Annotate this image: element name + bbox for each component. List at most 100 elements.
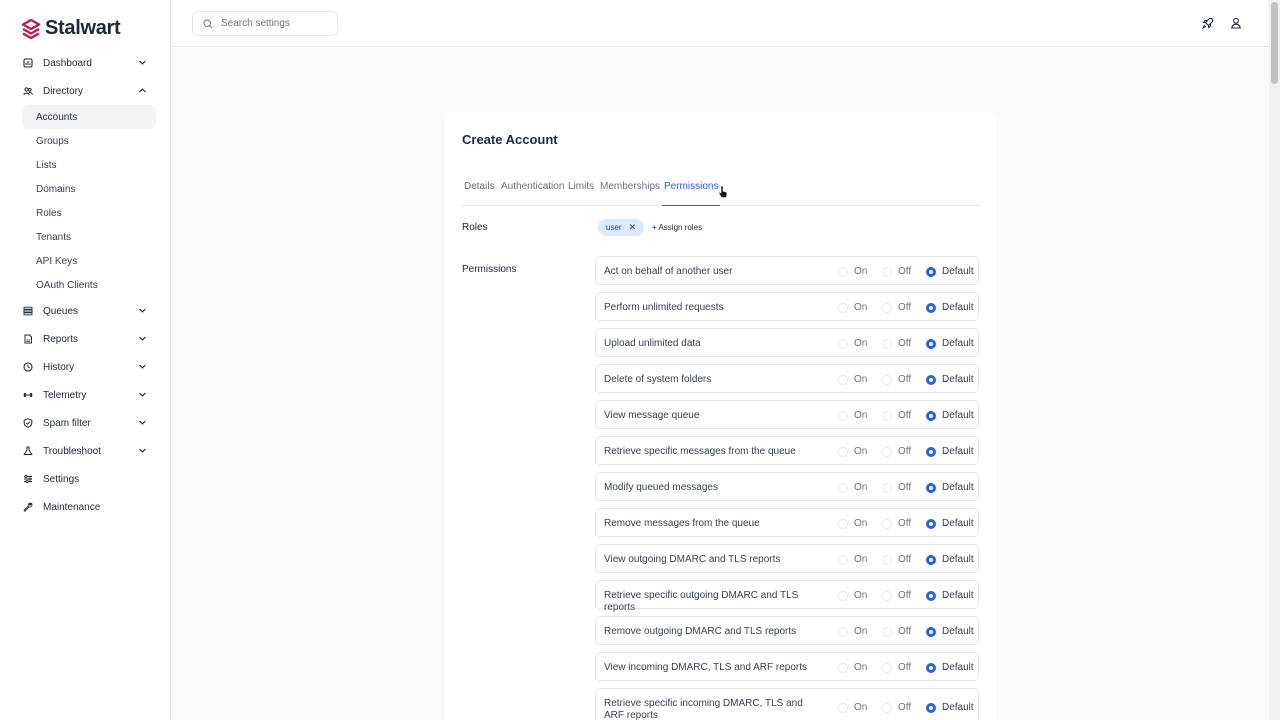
sidebar-subitem-roles[interactable]: Roles bbox=[22, 201, 156, 225]
tab-details[interactable]: Details bbox=[462, 181, 497, 206]
radio-off[interactable] bbox=[882, 590, 892, 601]
permission-option-off[interactable]: Off bbox=[882, 702, 911, 713]
permission-option-default[interactable]: Default bbox=[926, 482, 974, 493]
permission-option-default[interactable]: Default bbox=[926, 410, 974, 421]
permission-option-default[interactable]: Default bbox=[926, 518, 974, 529]
permission-option-off[interactable]: Off bbox=[882, 482, 911, 493]
radio-default[interactable] bbox=[926, 702, 936, 713]
permission-option-off[interactable]: Off bbox=[882, 446, 911, 457]
radio-default[interactable] bbox=[926, 410, 936, 421]
permission-option-off[interactable]: Off bbox=[882, 518, 911, 529]
tab-authentication[interactable]: Authentication bbox=[499, 181, 566, 206]
permission-option-off[interactable]: Off bbox=[882, 266, 911, 277]
radio-on[interactable] bbox=[838, 590, 848, 601]
tab-memberships[interactable]: Memberships bbox=[598, 181, 662, 206]
radio-on[interactable] bbox=[838, 302, 848, 313]
permission-option-off[interactable]: Off bbox=[882, 374, 911, 385]
permission-option-default[interactable]: Default bbox=[926, 662, 974, 673]
sidebar-item-history[interactable]: History bbox=[14, 353, 156, 381]
logo[interactable]: Stalwart bbox=[21, 17, 121, 40]
permission-option-on[interactable]: On bbox=[838, 446, 867, 457]
permission-option-off[interactable]: Off bbox=[882, 410, 911, 421]
radio-off[interactable] bbox=[882, 702, 892, 713]
permission-option-default[interactable]: Default bbox=[926, 590, 974, 601]
permission-option-off[interactable]: Off bbox=[882, 554, 911, 565]
sidebar-subitem-groups[interactable]: Groups bbox=[22, 129, 156, 153]
tab-permissions[interactable]: Permissions bbox=[662, 181, 721, 206]
sidebar-subitem-domains[interactable]: Domains bbox=[22, 177, 156, 201]
assign-roles-button[interactable]: + Assign roles bbox=[652, 223, 702, 232]
radio-off[interactable] bbox=[882, 338, 892, 349]
sidebar-item-queues[interactable]: Queues bbox=[14, 297, 156, 325]
sidebar-subitem-tenants[interactable]: Tenants bbox=[22, 225, 156, 249]
page-scrollbar[interactable] bbox=[1269, 0, 1280, 720]
search-input[interactable] bbox=[221, 18, 321, 29]
permission-option-on[interactable]: On bbox=[838, 302, 867, 313]
permission-option-default[interactable]: Default bbox=[926, 446, 974, 457]
tab-limits[interactable]: Limits bbox=[566, 181, 596, 206]
sidebar-item-telemetry[interactable]: Telemetry bbox=[14, 381, 156, 409]
sidebar-item-troubleshoot[interactable]: Troubleshoot bbox=[14, 437, 156, 465]
permission-option-off[interactable]: Off bbox=[882, 590, 911, 601]
radio-on[interactable] bbox=[838, 266, 848, 277]
radio-default[interactable] bbox=[926, 590, 936, 601]
permission-option-default[interactable]: Default bbox=[926, 626, 974, 637]
permission-option-on[interactable]: On bbox=[838, 590, 867, 601]
sidebar-item-reports[interactable]: Reports bbox=[14, 325, 156, 353]
permission-option-on[interactable]: On bbox=[838, 702, 867, 713]
radio-on[interactable] bbox=[838, 446, 848, 457]
radio-default[interactable] bbox=[926, 374, 936, 385]
sidebar-item-directory[interactable]: Directory bbox=[14, 77, 156, 105]
sidebar-item-maintenance[interactable]: Maintenance bbox=[14, 493, 156, 521]
search-box[interactable] bbox=[192, 11, 338, 36]
radio-off[interactable] bbox=[882, 410, 892, 421]
permission-option-on[interactable]: On bbox=[838, 662, 867, 673]
sidebar-subitem-api-keys[interactable]: API Keys bbox=[22, 249, 156, 273]
radio-default[interactable] bbox=[926, 554, 936, 565]
radio-on[interactable] bbox=[838, 374, 848, 385]
radio-on[interactable] bbox=[838, 410, 848, 421]
radio-off[interactable] bbox=[882, 554, 892, 565]
radio-on[interactable] bbox=[838, 702, 848, 713]
radio-off[interactable] bbox=[882, 266, 892, 277]
radio-off[interactable] bbox=[882, 446, 892, 457]
radio-default[interactable] bbox=[926, 446, 936, 457]
radio-off[interactable] bbox=[882, 518, 892, 529]
radio-default[interactable] bbox=[926, 482, 936, 493]
rocket-icon[interactable] bbox=[1202, 17, 1214, 29]
radio-on[interactable] bbox=[838, 518, 848, 529]
permission-option-default[interactable]: Default bbox=[926, 374, 974, 385]
radio-off[interactable] bbox=[882, 482, 892, 493]
scrollbar-thumb[interactable] bbox=[1271, 2, 1278, 84]
permission-option-default[interactable]: Default bbox=[926, 554, 974, 565]
radio-default[interactable] bbox=[926, 338, 936, 349]
permission-option-off[interactable]: Off bbox=[882, 662, 911, 673]
permission-option-default[interactable]: Default bbox=[926, 338, 974, 349]
radio-off[interactable] bbox=[882, 374, 892, 385]
radio-default[interactable] bbox=[926, 302, 936, 313]
permission-option-on[interactable]: On bbox=[838, 482, 867, 493]
radio-on[interactable] bbox=[838, 482, 848, 493]
sidebar-item-settings[interactable]: Settings bbox=[14, 465, 156, 493]
sidebar-item-spam-filter[interactable]: Spam filter bbox=[14, 409, 156, 437]
permission-option-on[interactable]: On bbox=[838, 266, 867, 277]
radio-off[interactable] bbox=[882, 662, 892, 673]
permission-option-on[interactable]: On bbox=[838, 374, 867, 385]
radio-on[interactable] bbox=[838, 554, 848, 565]
radio-default[interactable] bbox=[926, 266, 936, 277]
permission-option-default[interactable]: Default bbox=[926, 266, 974, 277]
user-icon[interactable] bbox=[1230, 17, 1242, 29]
permission-option-off[interactable]: Off bbox=[882, 626, 911, 637]
radio-off[interactable] bbox=[882, 626, 892, 637]
sidebar-subitem-oauth-clients[interactable]: OAuth Clients bbox=[22, 273, 156, 297]
sidebar-item-dashboard[interactable]: Dashboard bbox=[14, 49, 156, 77]
radio-default[interactable] bbox=[926, 662, 936, 673]
remove-role-icon[interactable]: ✕ bbox=[629, 222, 637, 233]
radio-default[interactable] bbox=[926, 626, 936, 637]
radio-default[interactable] bbox=[926, 518, 936, 529]
permission-option-on[interactable]: On bbox=[838, 518, 867, 529]
radio-on[interactable] bbox=[838, 626, 848, 637]
permission-option-on[interactable]: On bbox=[838, 338, 867, 349]
radio-off[interactable] bbox=[882, 302, 892, 313]
permission-option-on[interactable]: On bbox=[838, 554, 867, 565]
